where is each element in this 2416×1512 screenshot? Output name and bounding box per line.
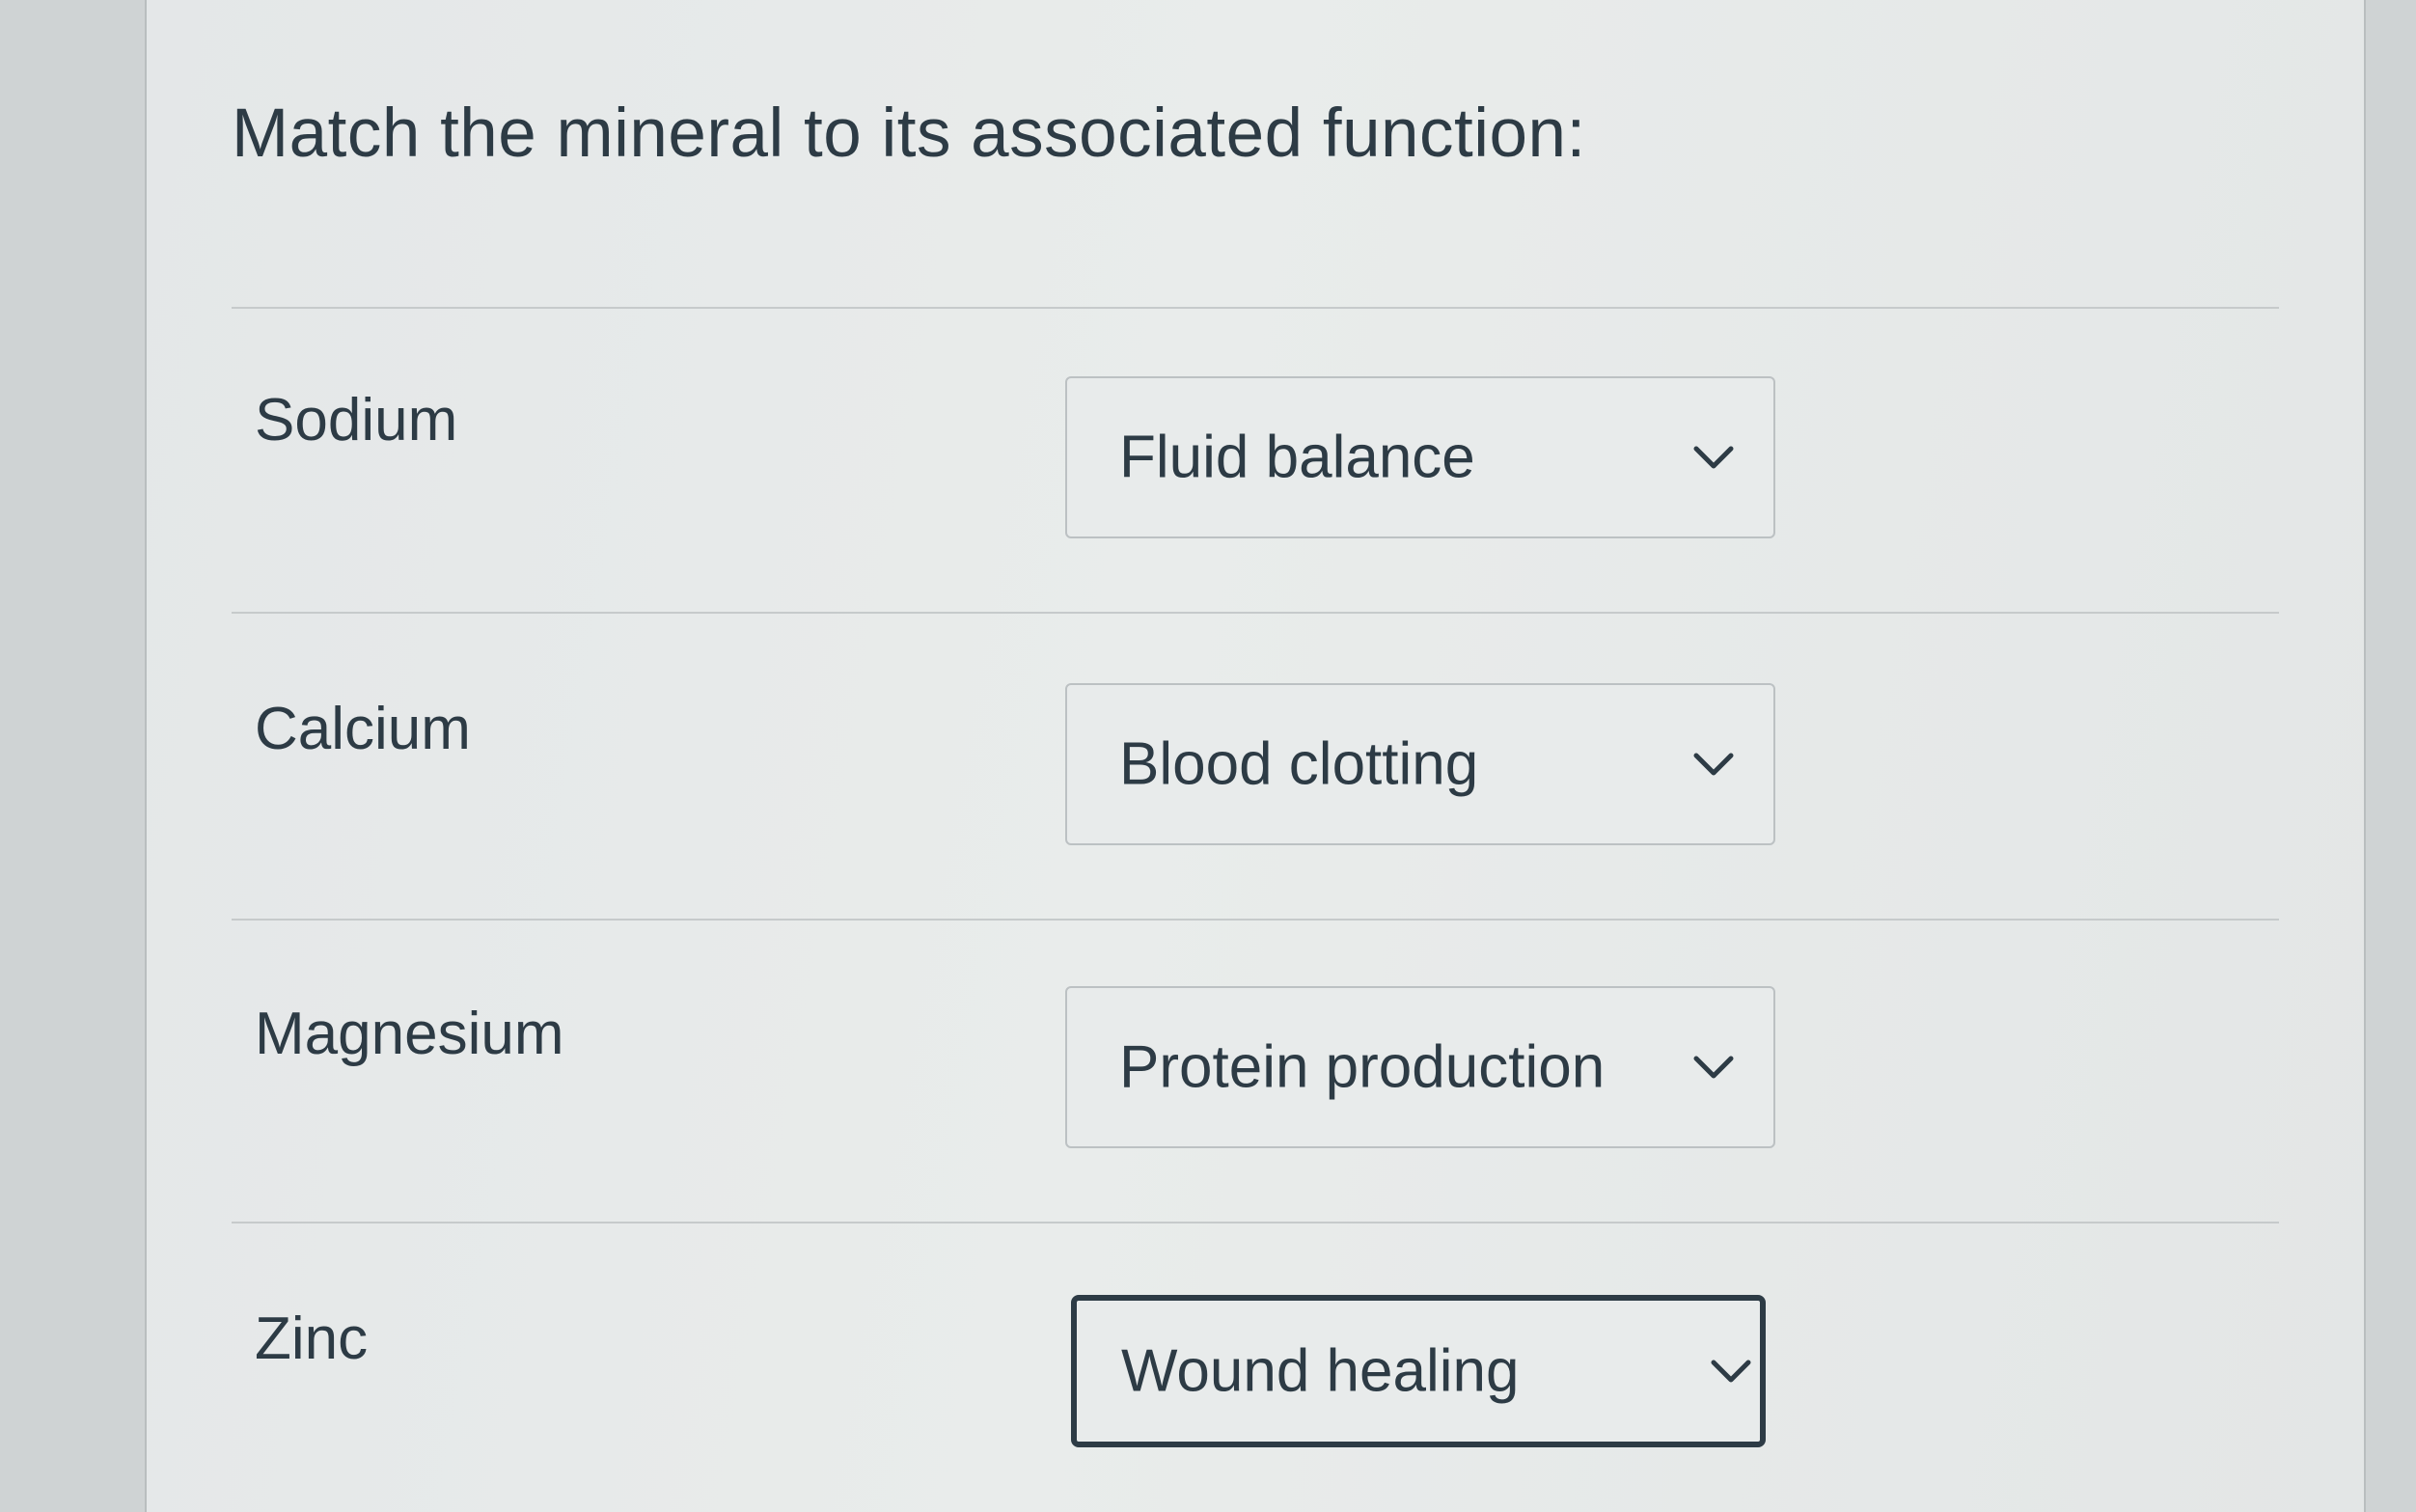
row-divider bbox=[232, 919, 2279, 921]
row-divider bbox=[232, 1222, 2279, 1223]
row-divider bbox=[232, 307, 2279, 309]
chevron-down-icon bbox=[1693, 1056, 1734, 1079]
answer-select-zinc[interactable]: Wound healing bbox=[1071, 1295, 1766, 1447]
question-card: Match the mineral to its associated func… bbox=[145, 0, 2366, 1512]
mineral-label-sodium: Sodium bbox=[255, 387, 458, 454]
answer-select-magnesium[interactable]: Protein production bbox=[1065, 986, 1775, 1148]
chevron-down-icon bbox=[1693, 446, 1734, 469]
row-divider bbox=[232, 612, 2279, 614]
mineral-label-zinc: Zinc bbox=[255, 1306, 369, 1372]
answer-select-value: Fluid balance bbox=[1119, 424, 1475, 491]
question-title: Match the mineral to its associated func… bbox=[232, 96, 1586, 172]
answer-select-sodium[interactable]: Fluid balance bbox=[1065, 376, 1775, 538]
answer-select-value: Wound healing bbox=[1121, 1337, 1520, 1405]
answer-select-calcium[interactable]: Blood clotting bbox=[1065, 683, 1775, 845]
answer-select-value: Blood clotting bbox=[1119, 730, 1479, 798]
chevron-down-icon bbox=[1693, 753, 1734, 776]
mineral-label-calcium: Calcium bbox=[255, 696, 471, 762]
mineral-label-magnesium: Magnesium bbox=[255, 1001, 564, 1067]
chevron-down-icon bbox=[1711, 1360, 1751, 1383]
answer-select-value: Protein production bbox=[1119, 1033, 1606, 1101]
